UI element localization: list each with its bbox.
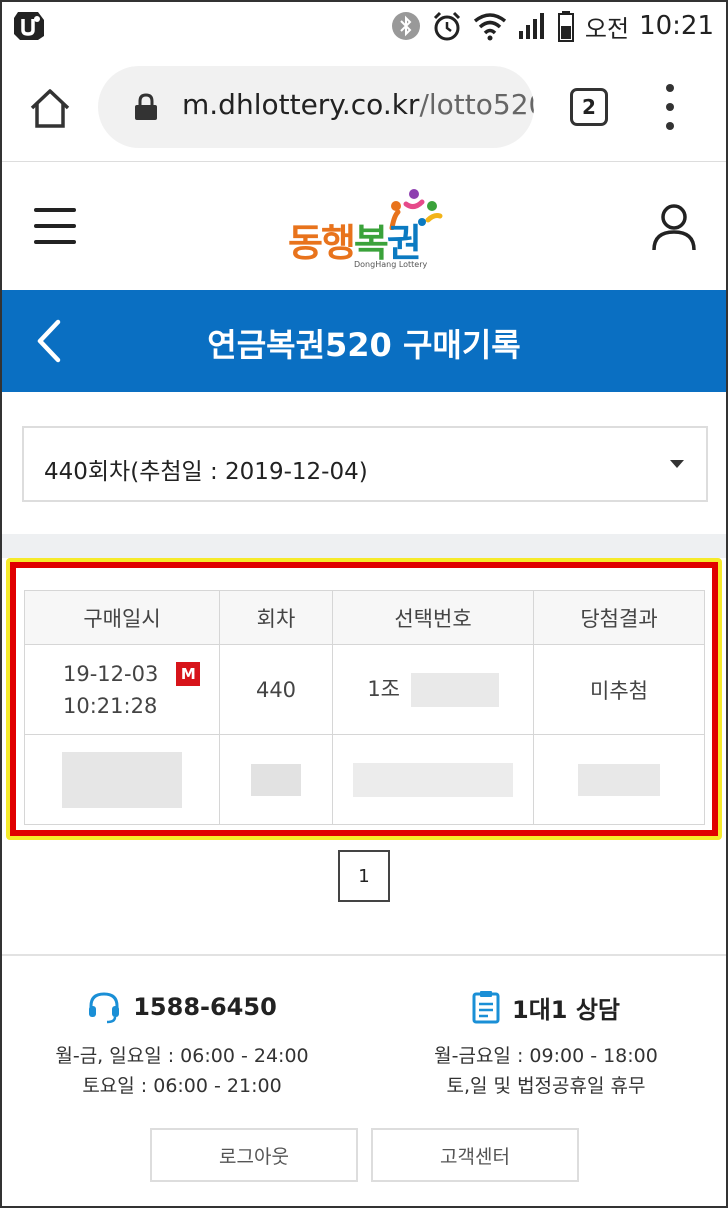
result-cell: 미추첨 <box>533 644 705 735</box>
table-row-redacted <box>24 734 705 825</box>
redacted-result <box>578 763 660 796</box>
url-text: m.dhlottery.co.kr/lotto520.c <box>182 88 534 121</box>
more-menu-icon[interactable] <box>660 84 680 130</box>
footer: 1588-6450 월-금, 일요일 : 06:00 - 24:00 토요일 :… <box>0 954 728 1208</box>
hamburger-menu-icon[interactable] <box>34 208 76 244</box>
page-button-current[interactable]: 1 <box>338 850 390 902</box>
user-icon[interactable] <box>650 202 698 252</box>
purchase-date-cell: 19-12-03 M 10:21:28 <box>24 644 220 735</box>
col-header-purchase-date: 구매일시 <box>24 590 220 645</box>
clipboard-icon <box>472 991 500 1024</box>
phone-contact: 1588-6450 월-금, 일요일 : 06:00 - 24:00 토요일 :… <box>0 990 364 1096</box>
phone-hours-2: 토요일 : 06:00 - 21:00 <box>82 1075 282 1097</box>
col-header-selected-number: 선택번호 <box>332 590 534 645</box>
round-select[interactable]: 440회차(추첨일 : 2019-12-04) <box>22 426 708 502</box>
redacted-number <box>410 672 499 707</box>
logout-button[interactable]: 로그아웃 <box>150 1128 358 1182</box>
purchase-time: 10:21:28 <box>63 693 158 718</box>
status-time: 10:21 <box>639 11 714 41</box>
home-icon[interactable] <box>28 86 72 130</box>
chat-hours-2: 토,일 및 법정공휴일 휴무 <box>446 1075 646 1097</box>
site-header: 동행복권 DongHang Lottery <box>0 162 728 290</box>
phone-number[interactable]: 1588-6450 <box>133 993 277 1021</box>
selected-number-cell: 1조 <box>332 644 534 735</box>
lock-icon <box>135 93 157 120</box>
selected-number-prefix: 1조 <box>367 676 400 701</box>
logo-text: 동행복권 <box>288 221 422 265</box>
headset-icon <box>89 992 120 1024</box>
redacted-round-cell <box>219 734 333 825</box>
redacted-number-cell <box>332 734 534 825</box>
round-cell: 440 <box>219 644 333 735</box>
customer-center-button[interactable]: 고객센터 <box>371 1128 579 1182</box>
donghang-logo[interactable]: 동행복권 DongHang Lottery <box>288 182 448 272</box>
url-host: m.dhlottery.co.kr <box>182 88 420 121</box>
mobile-badge: M <box>176 661 201 686</box>
dropdown-caret-icon <box>670 460 684 468</box>
carrier-logo-icon <box>14 12 44 40</box>
wifi-icon <box>473 13 506 41</box>
page-title: 연금복권520 구매기록 <box>207 326 521 364</box>
url-path: /lotto520.c <box>419 88 534 121</box>
table-row: 19-12-03 M 10:21:28 440 1조 미추첨 <box>24 644 705 735</box>
round-select-value: 440회차(추첨일 : 2019-12-04) <box>44 459 368 485</box>
redacted-date <box>62 751 182 808</box>
redacted-result-cell <box>533 734 705 825</box>
alarm-icon <box>433 11 460 41</box>
chat-title[interactable]: 1대1 상담 <box>512 990 620 1025</box>
battery-icon <box>557 11 574 42</box>
chat-hours-1: 월-금요일 : 09:00 - 18:00 <box>434 1045 658 1067</box>
logo-subtitle: DongHang Lottery <box>354 260 428 269</box>
purchase-record-table: 구매일시 회차 선택번호 당첨결과 19-12-03 M 10:21:28 440… <box>24 590 705 825</box>
redacted-round <box>251 763 301 796</box>
browser-toolbar: m.dhlottery.co.kr/lotto520.c 2 <box>0 52 728 162</box>
status-bar: 오전 10:21 <box>0 0 728 52</box>
purchase-date: 19-12-03 <box>63 661 159 686</box>
bluetooth-icon <box>391 12 420 40</box>
page-title-bar: 연금복권520 구매기록 <box>0 290 728 392</box>
status-ampm: 오전 <box>584 14 630 43</box>
section-divider <box>0 534 728 558</box>
chat-contact: 1대1 상담 월-금요일 : 09:00 - 18:00 토,일 및 법정공휴일… <box>364 990 728 1096</box>
tab-switcher-button[interactable]: 2 <box>570 88 608 126</box>
phone-hours-1: 월-금, 일요일 : 06:00 - 24:00 <box>55 1045 309 1067</box>
col-header-result: 당첨결과 <box>533 590 705 645</box>
redacted-date-cell <box>24 734 220 825</box>
address-bar[interactable]: m.dhlottery.co.kr/lotto520.c <box>98 66 534 148</box>
redacted-number-row2 <box>353 762 513 797</box>
table-header-row: 구매일시 회차 선택번호 당첨결과 <box>24 590 705 645</box>
col-header-round: 회차 <box>219 590 333 645</box>
signal-icon <box>518 13 544 39</box>
